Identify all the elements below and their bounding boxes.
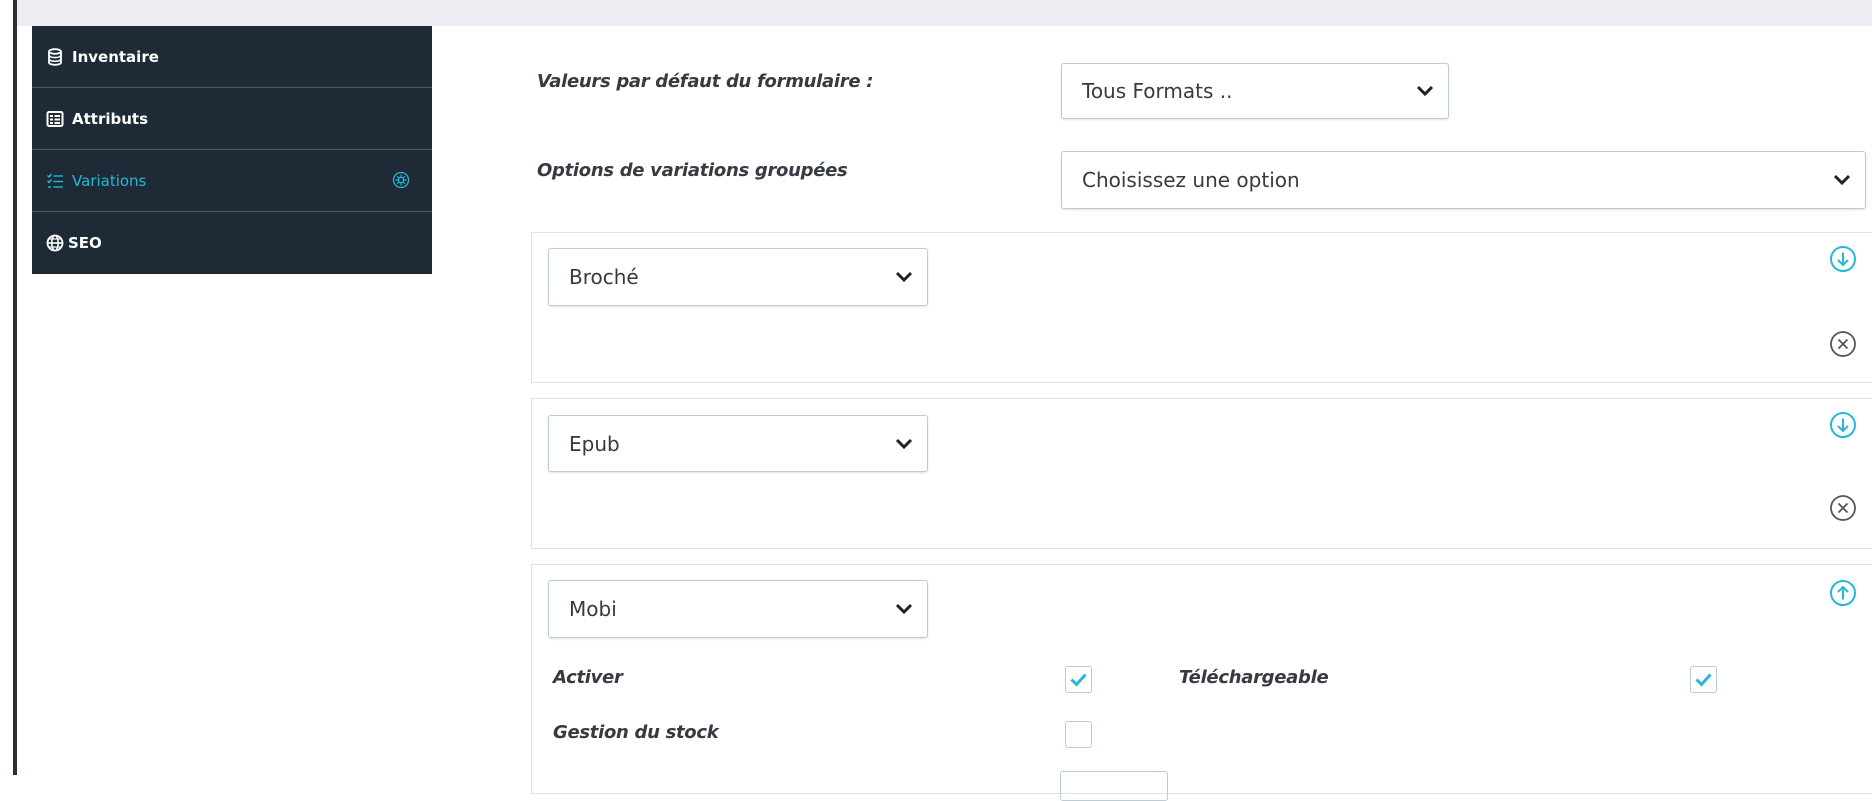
database-icon [46,47,64,66]
chevron-down-icon [895,438,913,449]
sidebar-item-seo[interactable]: SEO [32,212,432,274]
variation-select[interactable]: Epub [548,415,928,472]
select-value: Broché [569,265,639,289]
grouped-options-label: Options de variations groupées [537,160,848,181]
checkmark-icon [1070,673,1087,687]
close-icon[interactable] [1829,330,1857,358]
select-value: Choisissez une option [1082,168,1300,192]
chevron-down-icon [895,271,913,283]
variation-panel-expanded: Mobi Activer Téléchargeable Gestion du s… [531,564,1872,801]
chevron-down-icon [895,603,913,615]
stock-checkbox[interactable] [1065,721,1092,748]
product-tabs-sidebar: Inventaire Attributs Variations SEO [32,26,432,274]
select-value: Mobi [569,597,617,621]
expand-down-icon[interactable] [1829,245,1857,273]
form-defaults-select[interactable]: Tous Formats .. [1061,63,1449,119]
sidebar-item-label: Inventaire [72,47,159,66]
top-strip [17,0,1872,26]
variation-select[interactable]: Mobi [548,580,928,638]
variation-select[interactable]: Broché [548,248,928,306]
stock-label: Gestion du stock [553,722,719,743]
settings-circle-icon [392,171,410,189]
globe-icon [46,234,64,252]
list-box-icon [46,110,64,128]
expand-down-icon[interactable] [1829,411,1857,439]
left-edge-bar [13,0,17,775]
select-value: Tous Formats .. [1082,79,1233,103]
grouped-options-select[interactable]: Choisissez une option [1061,151,1866,209]
variation-panel: Epub [531,398,1872,549]
close-icon[interactable] [1829,494,1857,522]
sidebar-item-inventaire[interactable]: Inventaire [32,26,432,88]
activer-label: Activer [553,667,623,688]
checkmark-icon [1695,673,1712,687]
quantity-input[interactable] [1060,771,1168,801]
sidebar-item-label: Attributs [72,109,149,128]
chevron-down-icon [1833,174,1851,186]
select-value: Epub [569,431,620,456]
chevron-down-icon [1416,85,1434,97]
activer-checkbox[interactable] [1065,666,1092,693]
telechargeable-checkbox[interactable] [1690,666,1717,693]
sidebar-item-attributs[interactable]: Attributs [32,88,432,150]
form-defaults-label: Valeurs par défaut du formulaire : [537,71,874,92]
sidebar-item-label: Variations [72,171,147,190]
sidebar-item-variations[interactable]: Variations [32,150,432,212]
telechargeable-label: Téléchargeable [1179,667,1329,688]
collapse-up-icon[interactable] [1829,579,1857,607]
variation-panel: Broché [531,232,1872,383]
sidebar-item-label: SEO [68,234,102,252]
checklist-icon [46,172,64,190]
